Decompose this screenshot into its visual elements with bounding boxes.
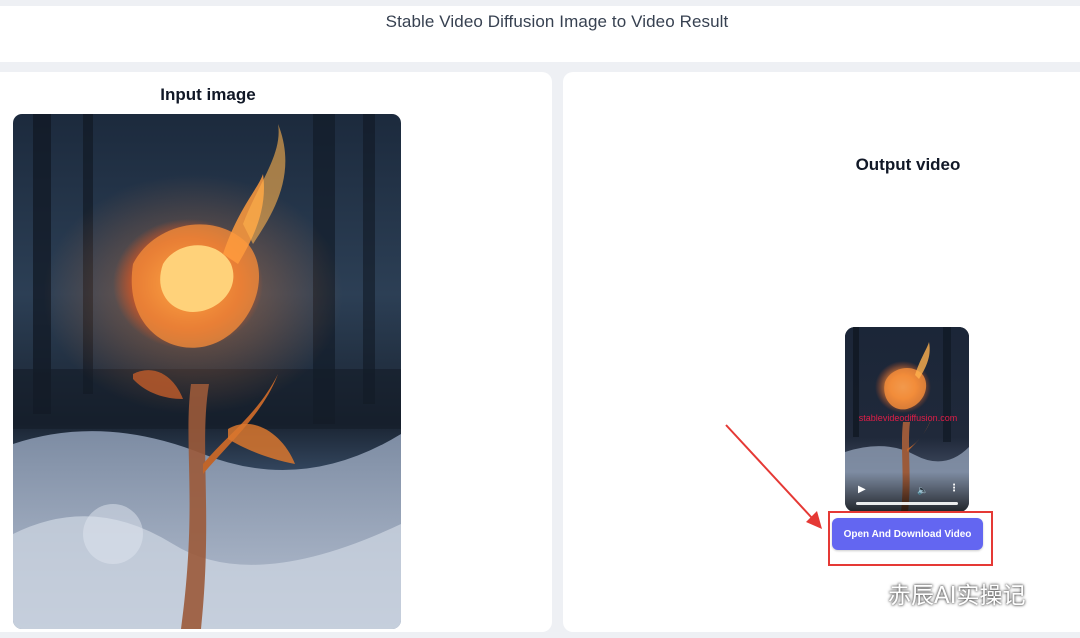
source-watermark: 赤辰AI实操记: [838, 573, 1058, 613]
output-panel: Output video stablevideodiffusion.com ▶ …: [563, 72, 1080, 632]
volume-icon[interactable]: 🔈: [917, 485, 928, 495]
video-controls: ▶ 🔈 ⋮: [845, 472, 969, 512]
output-video-title: Output video: [855, 155, 961, 174]
annotation-highlight-box: [828, 511, 993, 566]
wechat-icon: [839, 578, 878, 607]
video-progress-bar[interactable]: [856, 502, 958, 505]
source-watermark-text: 赤辰AI实操记: [888, 583, 1026, 609]
page-header: Stable Video Diffusion Image to Video Re…: [385, 12, 729, 31]
play-icon[interactable]: ▶: [858, 485, 866, 495]
input-image: [13, 114, 401, 629]
input-panel: Input image: [0, 72, 552, 632]
burning-ice-rose-image: [13, 114, 401, 629]
more-options-icon[interactable]: ⋮: [949, 484, 959, 494]
video-player[interactable]: stablevideodiffusion.com ▶ 🔈 ⋮: [845, 327, 969, 512]
video-watermark: stablevideodiffusion.com: [858, 413, 958, 423]
input-image-title: Input image: [160, 85, 256, 104]
